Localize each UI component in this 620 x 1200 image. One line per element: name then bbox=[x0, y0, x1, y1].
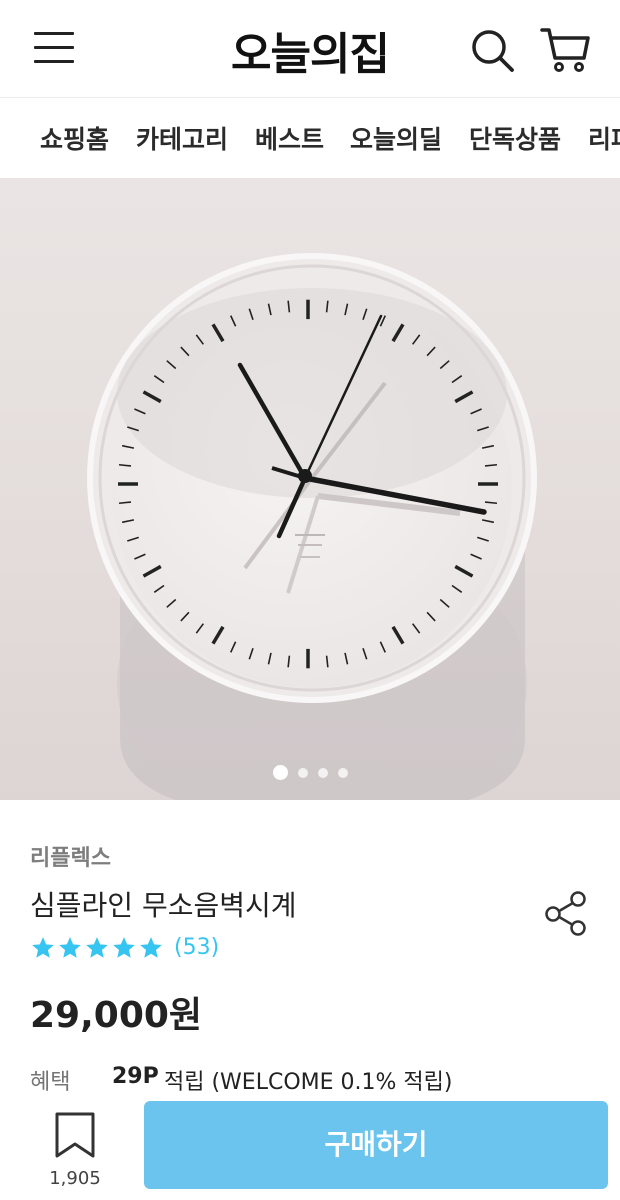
app-logo[interactable]: 오늘의집 bbox=[0, 18, 620, 82]
bookmark-button[interactable]: 1,905 bbox=[40, 1108, 110, 1192]
nav-item-todays-deal[interactable]: 오늘의딜 bbox=[350, 120, 442, 156]
product-image-carousel[interactable] bbox=[0, 178, 620, 800]
wall-clock-image bbox=[87, 253, 537, 800]
hamburger-menu-icon[interactable] bbox=[30, 28, 78, 68]
benefit-text: 적립 (WELCOME 0.1% 적립) bbox=[164, 1070, 453, 1095]
brand-name[interactable]: 리플렉스 bbox=[30, 840, 111, 872]
star-icon bbox=[86, 937, 108, 958]
star-icon bbox=[32, 937, 54, 958]
nav-item-refurb[interactable]: 리퍼 bbox=[588, 120, 620, 156]
top-header: 오늘의집 bbox=[0, 0, 620, 98]
menu-line bbox=[34, 46, 74, 49]
carousel-dot[interactable] bbox=[297, 767, 308, 778]
nav-item-exclusive[interactable]: 단독상품 bbox=[469, 120, 561, 156]
bookmark-count: 1,905 bbox=[49, 1168, 101, 1189]
nav-item-category[interactable]: 카테고리 bbox=[136, 120, 228, 156]
carousel-dot[interactable] bbox=[272, 765, 288, 780]
star-icon bbox=[59, 937, 81, 958]
nav-item-best[interactable]: 베스트 bbox=[255, 120, 324, 156]
cart-icon[interactable] bbox=[538, 24, 592, 74]
benefit-label: 혜택 bbox=[30, 1070, 71, 1095]
carousel-dot[interactable] bbox=[317, 767, 328, 778]
carousel-dot[interactable] bbox=[337, 767, 348, 778]
category-nav: 쇼핑홈 카테고리 베스트 오늘의딜 단독상품 리퍼 bbox=[0, 98, 620, 178]
menu-line bbox=[34, 32, 74, 35]
product-title: 심플라인 무소음벽시계 bbox=[30, 889, 297, 922]
star-rating[interactable] bbox=[30, 934, 165, 964]
product-price: 29,000원 bbox=[30, 995, 203, 1036]
nav-item-shopping-home[interactable]: 쇼핑홈 bbox=[40, 120, 109, 156]
buy-button[interactable]: 구매하기 bbox=[144, 1101, 608, 1189]
menu-line bbox=[34, 60, 74, 63]
carousel-pagination bbox=[0, 762, 620, 781]
review-count[interactable]: (53) bbox=[174, 935, 219, 960]
bookmark-icon bbox=[55, 1112, 95, 1158]
star-icon bbox=[113, 937, 135, 958]
search-icon[interactable] bbox=[468, 26, 516, 74]
share-icon[interactable] bbox=[540, 888, 592, 940]
benefit-point: 29P bbox=[112, 1064, 159, 1089]
star-icon bbox=[140, 937, 162, 958]
